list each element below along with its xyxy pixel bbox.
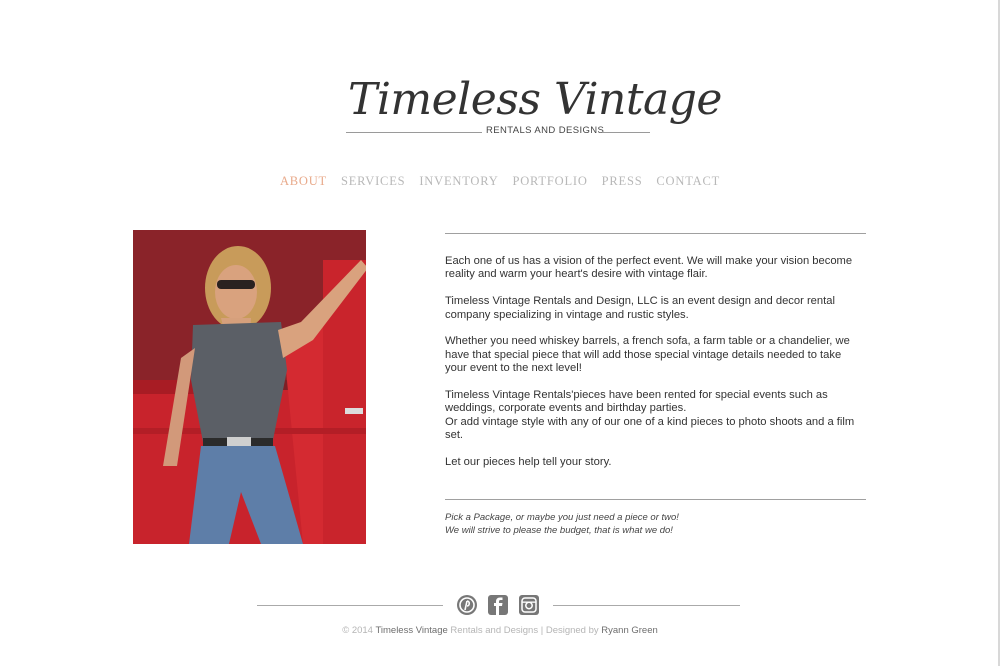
nav-press[interactable]: PRESS xyxy=(602,174,643,189)
logo-title: Timeless Vintage xyxy=(348,74,722,125)
about-paragraph: Whether you need whiskey barrels, a fren… xyxy=(445,335,850,375)
footer-divider-left xyxy=(257,605,443,606)
logo-divider-left xyxy=(346,132,482,133)
about-paragraph: Let our pieces help tell your story. xyxy=(445,456,612,469)
about-paragraph: Or add vintage style with any of our one… xyxy=(445,415,855,442)
footer-brand: Timeless Vintage xyxy=(375,625,448,636)
tagline-line-1: Pick a Package, or maybe you just need a… xyxy=(445,512,679,523)
nav-services[interactable]: SERVICES xyxy=(341,174,405,189)
pinterest-icon[interactable] xyxy=(457,595,477,615)
nav-about[interactable]: ABOUT xyxy=(280,174,327,189)
designer-link[interactable]: Ryann Green xyxy=(601,625,658,636)
logo-divider-right xyxy=(602,132,650,133)
woman-with-red-truck-image xyxy=(133,230,366,544)
facebook-icon[interactable] xyxy=(488,595,508,615)
about-paragraph: Each one of us has a vision of the perfe… xyxy=(445,255,853,281)
logo-subtitle: RENTALS AND DESIGNS xyxy=(486,125,605,136)
about-content: Each one of us has a vision of the perfe… xyxy=(445,255,866,483)
about-paragraph: Timeless Vintage Rentals and Design, LLC… xyxy=(445,295,835,321)
about-paragraph: Timeless Vintage Rentals'pieces have bee… xyxy=(445,389,828,415)
footer-divider-right xyxy=(553,605,740,606)
nav-portfolio[interactable]: PORTFOLIO xyxy=(512,174,587,189)
site-logo[interactable]: Timeless Vintage RENTALS AND DESIGNS xyxy=(340,74,722,144)
copyright-suffix: Rentals and Designs | Designed by xyxy=(447,625,602,636)
copyright-prefix: © 2014 xyxy=(342,625,376,636)
nav-inventory[interactable]: INVENTORY xyxy=(419,174,498,189)
nav-contact[interactable]: CONTACT xyxy=(656,174,720,189)
tagline: Pick a Package, or maybe you just need a… xyxy=(445,512,866,537)
tagline-line-2: We will strive to please the budget, tha… xyxy=(445,524,673,536)
instagram-icon[interactable] xyxy=(519,595,539,615)
content-bottom-divider xyxy=(445,499,866,500)
content-top-divider xyxy=(445,233,866,234)
about-photo xyxy=(133,230,366,544)
copyright: © 2014 Timeless Vintage Rentals and Desi… xyxy=(0,625,1000,636)
main-nav: ABOUT SERVICES INVENTORY PORTFOLIO PRESS… xyxy=(0,174,1000,189)
